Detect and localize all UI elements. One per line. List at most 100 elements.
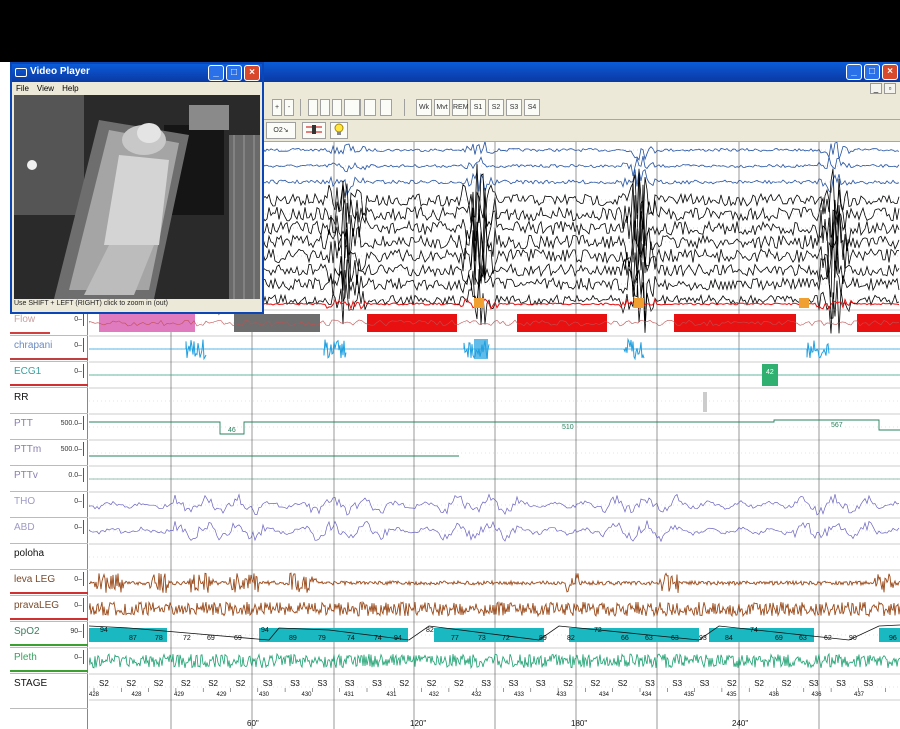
sleep-stage-label: S2 xyxy=(99,679,109,688)
child-restore-button[interactable]: ▫ xyxy=(884,83,896,94)
sleep-stage-label: S3 xyxy=(672,679,682,688)
channel-label-poloha[interactable]: poloha xyxy=(10,544,88,570)
event-apnea xyxy=(517,314,607,332)
sleep-stage-label: S2 xyxy=(236,679,246,688)
channel-indicator-bar xyxy=(10,644,88,646)
sleep-stage-label: S2 xyxy=(126,679,136,688)
channel-name: PTTm xyxy=(14,444,42,455)
epoch-number: 428 xyxy=(89,692,100,698)
epoch-number: 430 xyxy=(302,692,313,698)
ptt-value: 567 xyxy=(831,422,843,429)
toolbar-button-13[interactable]: S3 xyxy=(506,99,522,116)
arousal-marker xyxy=(634,298,644,308)
channel-label-chrapani[interactable]: chrapani 0– xyxy=(10,336,88,362)
video-app-icon xyxy=(15,68,27,77)
channel-label-pravaleg[interactable]: pravaLEG 0– xyxy=(10,596,88,622)
channel-indicator-bar xyxy=(10,670,88,672)
scale-tick xyxy=(83,416,88,430)
channel-name: ECG1 xyxy=(14,366,42,377)
toolbar2-button-0[interactable]: O2↘ xyxy=(266,122,296,139)
channel-label-spo2[interactable]: SpO2 90– xyxy=(10,622,88,648)
sleep-stage-label: S3 xyxy=(345,679,355,688)
toolbar2-button-2[interactable] xyxy=(330,122,348,139)
channel-label-tho[interactable]: THO 0– xyxy=(10,492,88,518)
video-player-window[interactable]: Video Player _ □ × File View Help Use SH… xyxy=(10,62,264,314)
sleep-stage-label: S2 xyxy=(427,679,437,688)
channel-name: Pleth xyxy=(14,652,37,663)
maximize-button[interactable]: □ xyxy=(864,64,880,80)
epoch-number: 429 xyxy=(174,692,185,698)
toolbar-button-9[interactable]: Mvt xyxy=(434,99,450,116)
epoch-number: 432 xyxy=(429,692,440,698)
toolbar-button-14[interactable]: S4 xyxy=(524,99,540,116)
video-frame[interactable] xyxy=(14,95,260,299)
toolbar2-button-1[interactable] xyxy=(302,122,326,139)
tho-trace xyxy=(89,493,900,516)
channel-scale: 90– xyxy=(70,628,82,635)
video-title-bar[interactable]: Video Player _ □ × xyxy=(12,64,262,82)
channel-scale: 0– xyxy=(74,342,82,349)
channel-label-abd[interactable]: ABD 0– xyxy=(10,518,88,544)
toolbar-button-5[interactable] xyxy=(344,99,360,116)
minimize-button[interactable]: _ xyxy=(846,64,862,80)
toolbar-button-0[interactable]: + xyxy=(272,99,282,116)
sleep-stage-label: S3 xyxy=(290,679,300,688)
sleep-stage-label: S3 xyxy=(645,679,655,688)
toolbar-button-7[interactable] xyxy=(380,99,392,116)
video-close-button[interactable]: × xyxy=(244,65,260,81)
video-maximize-button[interactable]: □ xyxy=(226,65,242,81)
channel-label-pttm[interactable]: PTTm 500.0– xyxy=(10,440,88,466)
scale-tick xyxy=(83,442,88,456)
child-minimize-button[interactable]: _ xyxy=(870,83,882,94)
channel-label-pleth[interactable]: Pleth 0– xyxy=(10,648,88,674)
channel-name: RR xyxy=(14,392,29,403)
toolbar-button-6[interactable] xyxy=(364,99,376,116)
scale-tick xyxy=(83,338,88,352)
sleep-stage-label: S3 xyxy=(372,679,382,688)
spo2-value: 66 xyxy=(621,635,629,642)
channel-scale: 0– xyxy=(74,316,82,323)
event-hypopnea xyxy=(99,314,195,332)
sleep-stage-label: S2 xyxy=(181,679,191,688)
toolbar-button-11[interactable]: S1 xyxy=(470,99,486,116)
epoch-number: 436 xyxy=(812,692,823,698)
scale-tick xyxy=(83,494,88,508)
menu-help[interactable]: Help xyxy=(62,84,78,93)
toolbar-button-10[interactable]: REM xyxy=(452,99,469,116)
video-minimize-button[interactable]: _ xyxy=(208,65,224,81)
toolbar-button-1[interactable]: - xyxy=(284,99,294,116)
pleth-trace xyxy=(89,652,900,670)
toolbar-button-12[interactable]: S2 xyxy=(488,99,504,116)
toolbar-separator xyxy=(360,99,361,116)
screen: _ □ × _ ▫ + - Wk Mvt REM S1 S2 S3 S4 O2↘ Flow 0– c… xyxy=(0,0,900,729)
channel-label-leva-leg[interactable]: leva LEG 0– xyxy=(10,570,88,596)
toolbar-button-8[interactable]: Wk xyxy=(416,99,432,116)
channel-label-pttv[interactable]: PTTv 0.0– xyxy=(10,466,88,492)
channel-scale: 500.0– xyxy=(60,446,82,453)
channel-label-rr[interactable]: RR xyxy=(10,388,88,414)
toolbar-separator xyxy=(404,99,405,116)
close-button[interactable]: × xyxy=(882,64,898,80)
channel-label-ptt[interactable]: PTT 500.0– xyxy=(10,414,88,440)
toolbar-button-2[interactable] xyxy=(308,99,318,116)
spo2-value: 94 xyxy=(261,627,269,634)
menu-view[interactable]: View xyxy=(37,84,54,93)
channel-label-ecg1[interactable]: ECG1 0– xyxy=(10,362,88,388)
scale-tick xyxy=(83,624,88,638)
sleep-stage-label: S3 xyxy=(509,679,519,688)
channel-label-stage[interactable]: STAGE xyxy=(10,674,88,709)
arousal-marker xyxy=(799,298,809,308)
sleep-stage-label: S2 xyxy=(727,679,737,688)
toolbar-button-3[interactable] xyxy=(320,99,330,116)
epoch-number: 435 xyxy=(727,692,738,698)
channel-scale: 500.0– xyxy=(60,420,82,427)
epoch-number: 434 xyxy=(642,692,653,698)
scale-tick xyxy=(83,650,88,664)
channel-scale: 0– xyxy=(74,576,82,583)
sleep-stage-label: S2 xyxy=(454,679,464,688)
spo2-value: 93 xyxy=(699,635,707,642)
toolbar-button-4[interactable] xyxy=(332,99,342,116)
channel-name: leva LEG xyxy=(14,574,56,585)
sleep-stage-label: S2 xyxy=(563,679,573,688)
menu-file[interactable]: File xyxy=(16,84,29,93)
